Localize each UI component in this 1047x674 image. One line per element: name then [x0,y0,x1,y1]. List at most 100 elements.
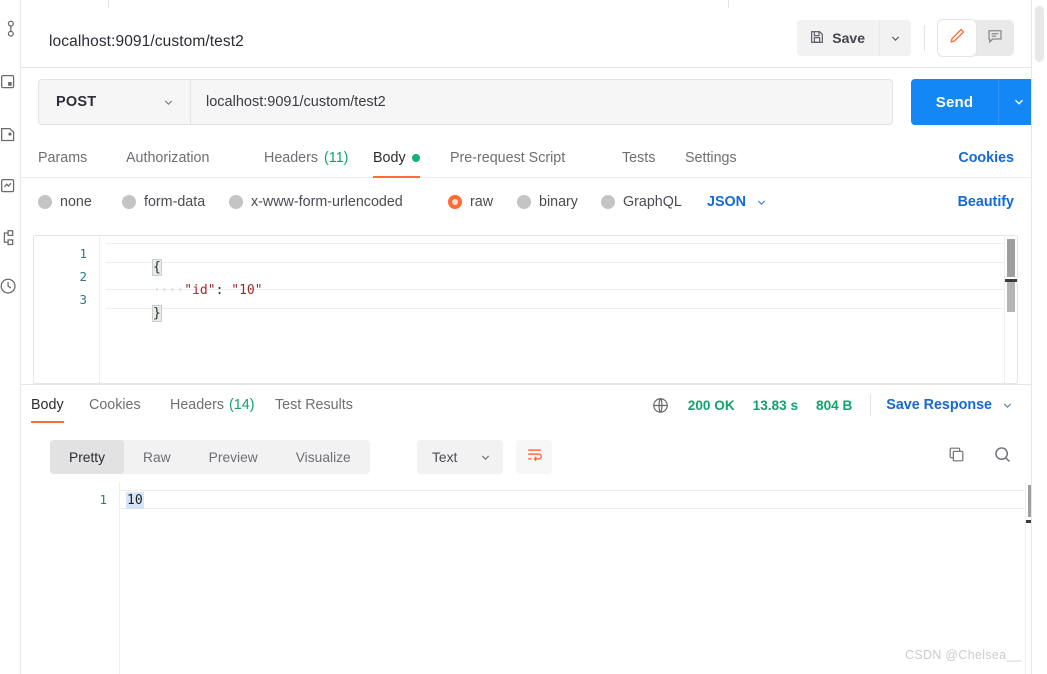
response-view-visualize[interactable]: Visualize [277,440,370,474]
body-type-graphql[interactable]: GraphQL [601,182,682,222]
tab-strip-segment[interactable] [109,0,729,8]
body-type-binary[interactable]: binary [517,182,578,222]
tab-settings[interactable]: Settings [685,138,737,178]
search-button[interactable] [990,445,1014,469]
method-url-group: POST localhost:9091/custom/test2 [38,79,893,125]
save-options-button[interactable] [879,20,911,56]
body-type-none[interactable]: none [38,182,92,222]
body-type-label: form-data [144,194,205,210]
response-view-preview[interactable]: Preview [190,440,277,474]
line-number: 1 [79,246,87,261]
tab-count: (14) [229,397,254,413]
request-body-editor[interactable]: 1 2 3 { ····"id": "10" } [33,235,1018,384]
beautify-button[interactable]: Beautify [958,182,1014,222]
copy-button[interactable] [944,445,968,469]
tab-label: Pre-request Script [450,150,565,166]
tab-strip-segment[interactable] [21,0,109,8]
response-view-segmented-control: Pretty Raw Preview Visualize [50,440,370,474]
url-row: POST localhost:9091/custom/test2 Send [21,68,1031,138]
body-format-select[interactable]: JSON [707,182,768,222]
line-number: 2 [79,269,87,284]
line-separator [106,262,1009,263]
response-tab-body[interactable]: Body [31,385,64,425]
response-tab-test-results[interactable]: Test Results [275,385,353,425]
environments-icon[interactable] [0,124,20,146]
response-view-pretty[interactable]: Pretty [50,440,124,474]
editor-scrollbar[interactable] [1004,236,1016,383]
response-toolbar-actions [944,440,1014,474]
request-section-tabs: Params Authorization Headers (11) Body P… [21,138,1031,178]
history-icon[interactable] [0,276,20,298]
request-header-bar: localhost:9091/custom/test2 Save [21,8,1031,68]
save-button[interactable]: Save [797,20,879,56]
tab-headers[interactable]: Headers (11) [264,138,348,178]
comment-icon [986,27,1004,50]
flows-icon[interactable] [0,228,20,250]
save-response-label: Save Response [886,397,992,413]
response-status: 200 OK [688,398,735,413]
tab-tests[interactable]: Tests [622,138,655,178]
tab-authorization[interactable]: Authorization [126,138,209,178]
globe-icon[interactable] [651,396,670,415]
radio-icon [517,195,531,209]
copy-icon [947,445,966,469]
editor-scrollbar-thumb-lower[interactable] [1007,282,1015,312]
response-format-select[interactable]: Text [417,440,503,474]
body-type-x-www-form-urlencoded[interactable]: x-www-form-urlencoded [229,182,403,222]
tab-pre-request-script[interactable]: Pre-request Script [450,138,565,178]
body-type-row: none form-data x-www-form-urlencoded raw… [21,182,1031,222]
body-type-label: binary [539,194,578,210]
watermark: CSDN @Chelsea__ [905,648,1021,662]
body-type-raw[interactable]: raw [448,182,493,222]
cookies-link[interactable]: Cookies [958,138,1014,178]
send-button-group: Send [911,79,1038,125]
save-response-button[interactable]: Save Response [886,397,1014,413]
request-tab-strip [21,0,1031,8]
comment-button[interactable] [976,20,1014,56]
code-token-brace-close: } [153,306,161,321]
header-divider [924,25,925,51]
save-button-label: Save [832,30,865,46]
right-sidebar-rail [1031,0,1047,674]
line-separator [120,508,1025,509]
body-type-form-data[interactable]: form-data [122,182,205,222]
radio-icon [601,195,615,209]
chevron-down-icon [755,196,768,209]
response-toolbar: Pretty Raw Preview Visualize Text [21,432,1031,482]
body-format-label: JSON [707,194,746,210]
tab-strip-segment[interactable] [729,0,1031,8]
tab-label: Tests [622,150,655,166]
tab-body[interactable]: Body [373,138,420,178]
radio-icon [229,195,243,209]
editor-scrollbar-thumb[interactable] [1007,239,1015,277]
send-button[interactable]: Send [911,94,998,111]
edit-mode-button[interactable] [938,20,976,56]
radio-icon [122,195,136,209]
tab-label: Settings [685,150,737,166]
url-input[interactable]: localhost:9091/custom/test2 [191,80,892,124]
response-body-viewer[interactable]: 1 10 [21,482,1031,674]
response-tab-cookies[interactable]: Cookies [89,385,141,425]
response-section-tabs: Body Cookies Headers (14) Test Results 2… [21,385,1031,425]
tab-params[interactable]: Params [38,138,87,178]
chevron-down-icon [1012,95,1026,109]
response-gutter: 1 [54,482,120,674]
collections-icon[interactable] [0,20,20,42]
body-type-label: GraphQL [623,194,682,210]
apis-icon[interactable] [0,72,20,94]
response-meta: 200 OK 13.83 s 804 B Save Response [651,385,1014,425]
header-actions: Save [797,20,1014,56]
response-tab-headers[interactable]: Headers (14) [170,385,254,425]
active-underline [31,421,64,423]
monitors-icon[interactable] [0,176,20,198]
word-wrap-button[interactable] [516,440,552,474]
url-input-value: localhost:9091/custom/test2 [206,94,386,110]
right-rail-scroll-thumb[interactable] [1035,6,1044,62]
search-icon [992,444,1013,470]
http-method-select[interactable]: POST [39,80,191,124]
tab-label: Cookies [89,397,141,413]
http-method-label: POST [56,94,96,110]
response-view-raw[interactable]: Raw [124,440,190,474]
line-number: 1 [99,492,107,507]
body-present-dot-icon [412,154,420,162]
